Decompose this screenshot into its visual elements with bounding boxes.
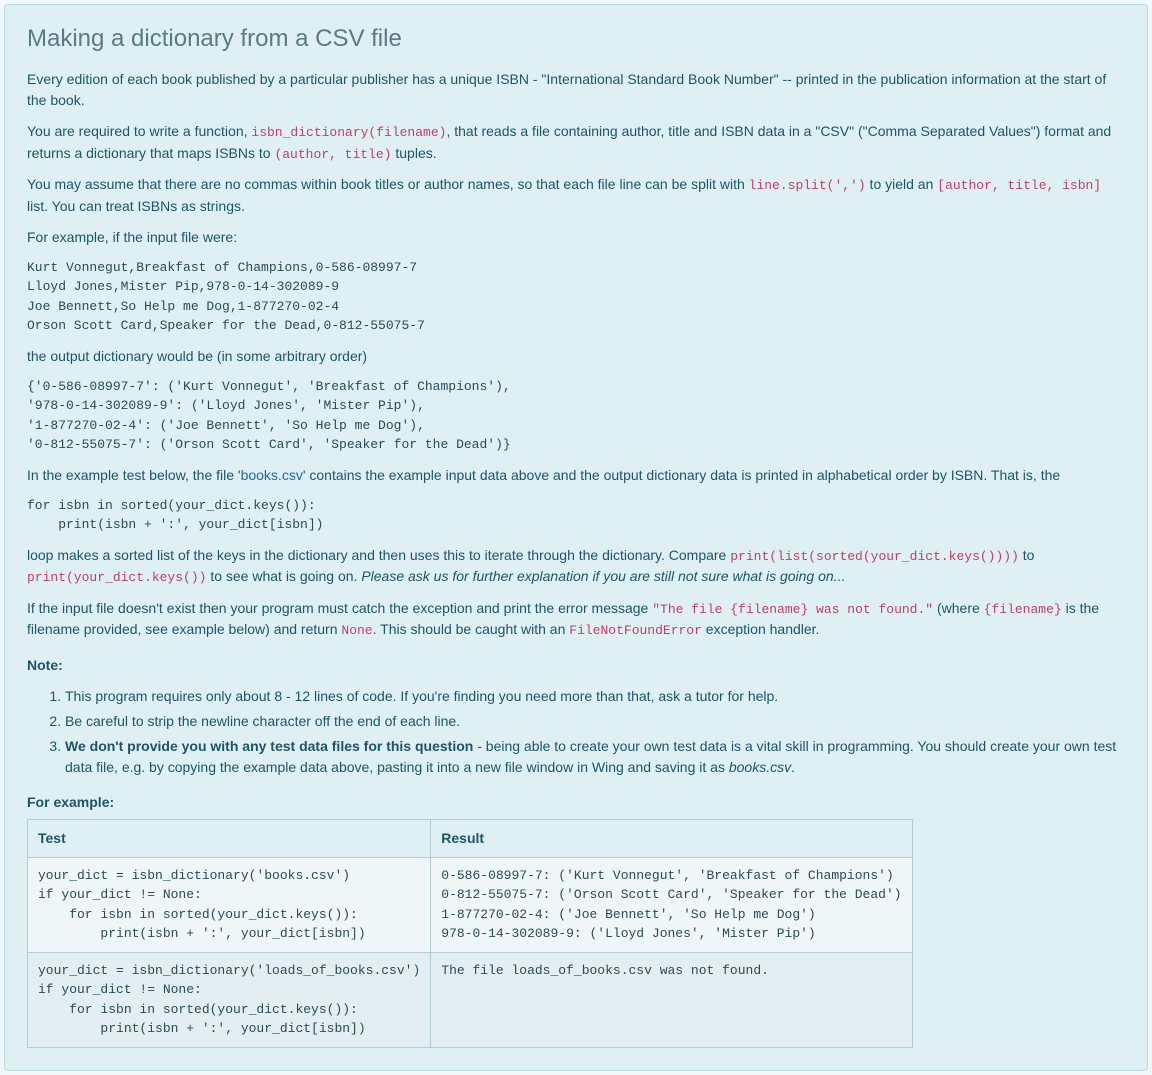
error-message-code: "The file {filename} was not found.": [652, 602, 933, 617]
example-heading: For example:: [27, 792, 1125, 813]
books-csv-link[interactable]: books.csv: [241, 467, 303, 483]
filename-placeholder-code: {filename}: [984, 602, 1062, 617]
input-intro: For example, if the input file were:: [27, 227, 1125, 248]
none-code: None: [341, 623, 372, 638]
text: to: [1019, 547, 1035, 563]
text: .: [791, 759, 795, 775]
text: to see what is going on.: [206, 568, 361, 584]
note-item-1: This program requires only about 8 - 12 …: [65, 686, 1125, 707]
note-item-3: We don't provide you with any test data …: [65, 736, 1125, 778]
col-header-result: Result: [431, 819, 912, 857]
requirement-paragraph: You are required to write a function, is…: [27, 121, 1125, 164]
output-intro: the output dictionary would be (in some …: [27, 346, 1125, 367]
text: tuples.: [391, 145, 436, 161]
text: list. You can treat ISBNs as strings.: [27, 198, 245, 214]
test-cell: your_dict = isbn_dictionary('loads_of_bo…: [28, 952, 431, 1047]
text: . This should be caught with an: [373, 621, 570, 637]
notes-list: This program requires only about 8 - 12 …: [47, 686, 1125, 778]
col-header-test: Test: [28, 819, 431, 857]
text: In the example test below, the file ': [27, 467, 241, 483]
text: You are required to write a function,: [27, 123, 251, 139]
note-3-filename: books.csv: [729, 759, 791, 775]
compare-code-2: print(your_dict.keys()): [27, 570, 206, 585]
text: loop makes a sorted list of the keys in …: [27, 547, 730, 563]
split-code: line.split(','): [749, 178, 866, 193]
question-panel: Making a dictionary from a CSV file Ever…: [4, 4, 1148, 1071]
intro-paragraph: Every edition of each book published by …: [27, 69, 1125, 111]
test-cell: your_dict = isbn_dictionary('books.csv')…: [28, 857, 431, 952]
table-row: your_dict = isbn_dictionary('loads_of_bo…: [28, 952, 913, 1047]
text: exception handler.: [702, 621, 820, 637]
text: to yield an: [866, 176, 938, 192]
input-example-block: Kurt Vonnegut,Breakfast of Champions,0-5…: [27, 258, 1125, 336]
ask-tutor-emphasis: Please ask us for further explanation if…: [361, 568, 845, 584]
text: You may assume that there are no commas …: [27, 176, 749, 192]
loop-code-block: for isbn in sorted(your_dict.keys()): pr…: [27, 496, 1125, 535]
page-title: Making a dictionary from a CSV file: [27, 21, 1125, 57]
exception-paragraph: If the input file doesn't exist then you…: [27, 598, 1125, 641]
assumption-paragraph: You may assume that there are no commas …: [27, 174, 1125, 217]
list-code: [author, title, isbn]: [937, 178, 1101, 193]
testfile-paragraph: In the example test below, the file 'boo…: [27, 465, 1125, 486]
example-table: Test Result your_dict = isbn_dictionary(…: [27, 819, 913, 1048]
note-heading: Note:: [27, 655, 1125, 676]
tuple-code: (author, title): [274, 147, 391, 162]
note-item-2: Be careful to strip the newline characte…: [65, 711, 1125, 732]
text: (where: [933, 600, 984, 616]
note-3-bold: We don't provide you with any test data …: [65, 738, 473, 754]
function-signature-code: isbn_dictionary(filename): [251, 125, 446, 140]
compare-code-1: print(list(sorted(your_dict.keys()))): [730, 549, 1019, 564]
explain-paragraph: loop makes a sorted list of the keys in …: [27, 545, 1125, 588]
output-example-block: {'0-586-08997-7': ('Kurt Vonnegut', 'Bre…: [27, 377, 1125, 455]
table-row: your_dict = isbn_dictionary('books.csv')…: [28, 857, 913, 952]
text: If the input file doesn't exist then you…: [27, 600, 652, 616]
text: ' contains the example input data above …: [303, 467, 1060, 483]
exception-name-code: FileNotFoundError: [569, 623, 702, 638]
result-cell: 0-586-08997-7: ('Kurt Vonnegut', 'Breakf…: [431, 857, 912, 952]
result-cell: The file loads_of_books.csv was not foun…: [431, 952, 912, 1047]
